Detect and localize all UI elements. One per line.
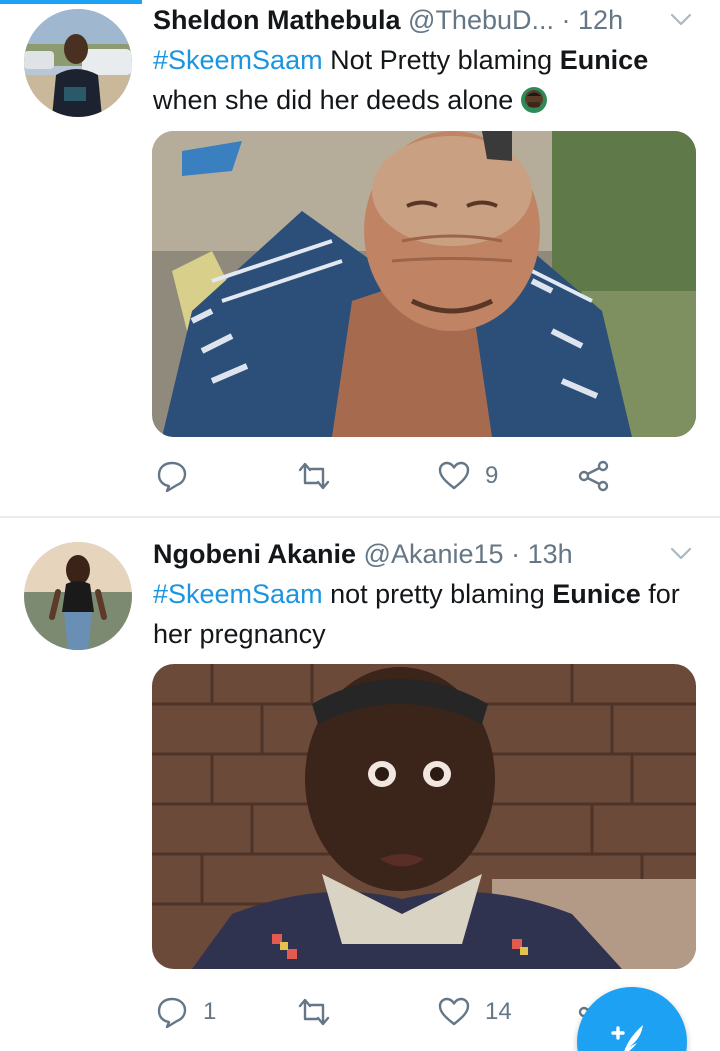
tweet[interactable]: Sheldon Mathebula @ThebuD... · 12h #Skee…	[0, 0, 720, 518]
person-facepalming-icon	[521, 87, 548, 113]
tweet-actions: 1 14	[153, 992, 623, 1032]
retweet-icon	[298, 998, 330, 1026]
retweet-icon	[298, 462, 330, 490]
separator-dot: ·	[511, 539, 521, 569]
retweet-button[interactable]	[297, 456, 345, 496]
compose-tweet-icon	[611, 1025, 643, 1051]
tweet-text: #SkeemSaam not pretty blaming Eunice for…	[153, 574, 703, 654]
avatar[interactable]	[24, 9, 132, 117]
like-button[interactable]: 14	[437, 992, 512, 1032]
reply-button[interactable]: 1	[155, 992, 216, 1032]
timestamp[interactable]: 12h	[578, 5, 623, 35]
tweet-text: #SkeemSaam Not Pretty blaming Eunice whe…	[153, 40, 703, 120]
tweet-text-part: when she did her deeds alone	[153, 85, 514, 115]
tweet-actions: 9	[153, 456, 623, 496]
bold-text: Eunice	[552, 579, 641, 609]
heart-icon	[438, 997, 470, 1026]
share-icon	[578, 460, 609, 492]
timestamp[interactable]: 13h	[528, 539, 573, 569]
reply-button[interactable]	[155, 456, 203, 496]
avatar[interactable]	[24, 542, 132, 650]
chevron-down-icon[interactable]	[669, 8, 693, 32]
like-count: 9	[485, 462, 499, 489]
share-button[interactable]	[577, 456, 625, 496]
display-name[interactable]: Sheldon Mathebula	[153, 5, 401, 35]
bold-text: Eunice	[559, 45, 649, 75]
tweet-header: Sheldon Mathebula @ThebuD... · 12h	[153, 2, 693, 38]
tweet-text-part: Not Pretty blaming	[322, 45, 560, 75]
tweet[interactable]: Ngobeni Akanie @Akanie15 · 13h #SkeemSaa…	[0, 518, 720, 1051]
reply-icon	[157, 461, 187, 493]
reply-icon	[157, 997, 187, 1029]
chevron-down-icon[interactable]	[669, 542, 693, 566]
heart-icon	[438, 461, 470, 490]
hashtag-link[interactable]: #SkeemSaam	[153, 45, 323, 75]
user-handle[interactable]: @Akanie15	[364, 539, 504, 569]
like-button[interactable]: 9	[437, 456, 498, 496]
tweet-media-image[interactable]	[152, 131, 696, 437]
reply-count: 1	[203, 998, 217, 1025]
user-handle[interactable]: @ThebuD...	[408, 5, 554, 35]
display-name[interactable]: Ngobeni Akanie	[153, 539, 356, 569]
separator-dot: ·	[561, 5, 571, 35]
like-count: 14	[485, 998, 512, 1025]
hashtag-link[interactable]: #SkeemSaam	[153, 579, 323, 609]
tweet-header: Ngobeni Akanie @Akanie15 · 13h	[153, 536, 693, 572]
tweet-media-image[interactable]	[152, 664, 696, 969]
tweet-text-part: not pretty blaming	[322, 579, 553, 609]
retweet-button[interactable]	[297, 992, 345, 1032]
